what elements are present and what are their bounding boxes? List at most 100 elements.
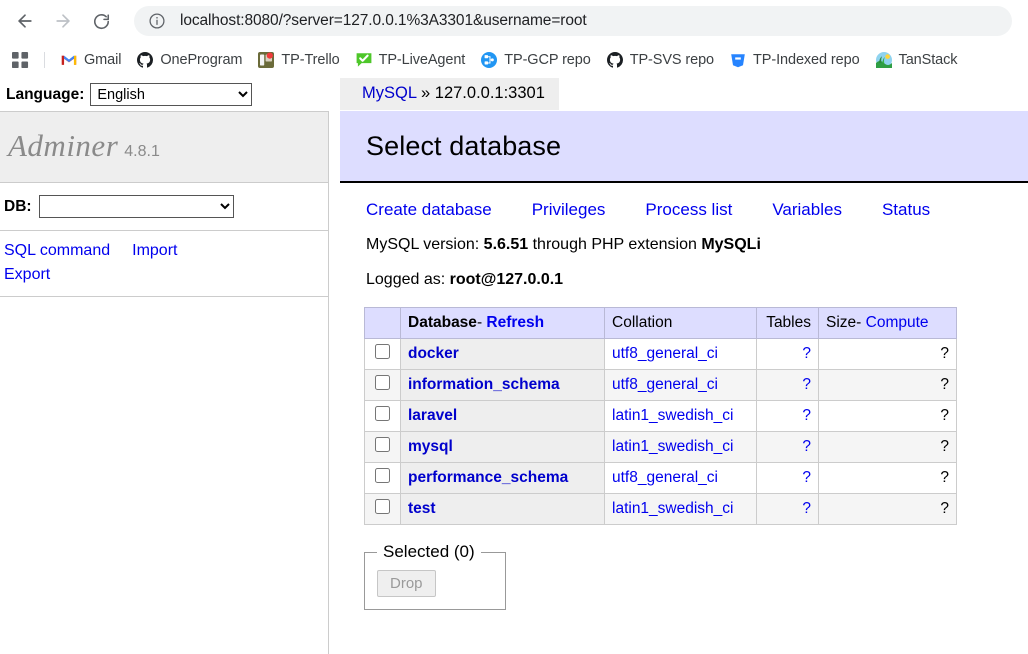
main-menu-links: Create database Privileges Process list Var… — [340, 183, 1028, 226]
gcp-icon — [481, 52, 498, 68]
link-process-list[interactable]: Process list — [645, 200, 732, 219]
table-row: information_schema utf8_general_ci ? ? — [364, 369, 957, 401]
link-variables[interactable]: Variables — [772, 200, 842, 219]
breadcrumb-host: 127.0.0.1:3301 — [434, 84, 545, 102]
collation-link[interactable]: latin1_swedish_ci — [612, 407, 734, 424]
liveagent-icon — [356, 52, 372, 68]
reload-icon — [93, 13, 109, 29]
bookmarks-bar: Gmail OneProgram TP-Trello TP-LiveAgent … — [0, 42, 1028, 78]
row-checkbox-cell[interactable] — [364, 462, 401, 494]
language-select[interactable]: English — [90, 83, 253, 106]
mysql-version-line: MySQL version: 5.6.51 through PHP extens… — [340, 226, 1028, 254]
bookmark-label: Gmail — [84, 52, 122, 68]
row-checkbox-cell[interactable] — [364, 338, 401, 370]
db-selector-group: DB: — [0, 183, 328, 231]
row-tables-cell: ? — [756, 338, 819, 370]
database-link[interactable]: performance_schema — [408, 469, 568, 486]
address-bar-url: localhost:8080/?server=127.0.0.1%3A3301&… — [180, 12, 587, 29]
bookmark-gmail[interactable]: Gmail — [53, 49, 129, 71]
breadcrumb-server-link[interactable]: MySQL — [362, 84, 416, 102]
refresh-link[interactable]: Refresh — [486, 314, 544, 331]
sidebar-link-sql-command[interactable]: SQL command — [4, 242, 110, 259]
row-checkbox-cell[interactable] — [364, 400, 401, 432]
tables-count-link[interactable]: ? — [802, 345, 811, 362]
tables-count-link[interactable]: ? — [802, 376, 811, 393]
breadcrumb-separator: » — [421, 84, 431, 102]
reload-button[interactable] — [84, 4, 118, 38]
sidebar-links: SQL command Import Export — [0, 231, 328, 298]
db-select[interactable] — [38, 195, 234, 218]
adminer-page: Language: English MySQL » 127.0.0.1:3301… — [0, 78, 1028, 654]
bookmark-tp-svs-repo[interactable]: TP-SVS repo — [599, 49, 722, 71]
version-prefix: MySQL version: — [366, 236, 480, 253]
row-database-cell: test — [400, 493, 605, 525]
extension-value: MySQLi — [701, 236, 761, 253]
database-link[interactable]: test — [408, 500, 436, 517]
row-checkbox[interactable] — [375, 344, 390, 359]
header-database-label: Database — [408, 314, 477, 331]
row-collation-cell: latin1_swedish_ci — [604, 493, 757, 525]
row-checkbox-cell[interactable] — [364, 493, 401, 525]
bookmark-oneprogram[interactable]: OneProgram — [129, 49, 250, 71]
tanstack-icon — [875, 52, 892, 68]
arrow-left-icon — [18, 14, 32, 28]
apps-grid-icon[interactable] — [6, 48, 34, 72]
bookmark-tanstack[interactable]: TanStack — [868, 49, 966, 71]
selected-fieldset: Selected (0) Drop — [364, 542, 506, 610]
row-collation-cell: utf8_general_ci — [604, 462, 757, 494]
bookmark-tp-trello[interactable]: TP-Trello — [250, 49, 347, 71]
drop-button[interactable]: Drop — [377, 570, 436, 597]
address-bar[interactable]: localhost:8080/?server=127.0.0.1%3A3301&… — [134, 6, 1012, 36]
row-checkbox[interactable] — [375, 375, 390, 390]
collation-link[interactable]: utf8_general_ci — [612, 376, 718, 393]
header-collation: Collation — [604, 307, 757, 339]
database-link[interactable]: docker — [408, 345, 459, 362]
header-tables: Tables — [756, 307, 819, 339]
tables-count-link[interactable]: ? — [802, 407, 811, 424]
bookmark-tp-indexed-repo[interactable]: TP-Indexed repo — [722, 49, 868, 71]
database-link[interactable]: mysql — [408, 438, 453, 455]
row-checkbox[interactable] — [375, 437, 390, 452]
databases-table-head: Database- Refresh Collation Tables Size-… — [364, 307, 957, 339]
bookmark-label: TP-Trello — [281, 52, 340, 68]
forward-button[interactable] — [46, 4, 80, 38]
link-privileges[interactable]: Privileges — [532, 200, 606, 219]
back-button[interactable] — [8, 4, 42, 38]
compute-link[interactable]: Compute — [866, 314, 929, 331]
bookmark-label: TP-GCP repo — [504, 52, 591, 68]
database-link[interactable]: laravel — [408, 407, 457, 424]
link-create-database[interactable]: Create database — [366, 200, 492, 219]
bookmark-tp-liveagent[interactable]: TP-LiveAgent — [348, 49, 474, 71]
collation-link[interactable]: latin1_swedish_ci — [612, 500, 734, 517]
adminer-logo-band: Adminer 4.8.1 — [0, 111, 328, 183]
row-collation-cell: utf8_general_ci — [604, 369, 757, 401]
header-database: Database- Refresh — [400, 307, 605, 339]
collation-link[interactable]: latin1_swedish_ci — [612, 438, 734, 455]
row-checkbox[interactable] — [375, 406, 390, 421]
main-content: Select database Create database Privilege… — [340, 111, 1028, 654]
row-checkbox[interactable] — [375, 499, 390, 514]
row-tables-cell: ? — [756, 400, 819, 432]
tables-count-link[interactable]: ? — [802, 469, 811, 486]
bookmark-tp-gcp-repo[interactable]: TP-GCP repo — [473, 49, 598, 71]
row-collation-cell: latin1_swedish_ci — [604, 400, 757, 432]
tables-count-link[interactable]: ? — [802, 500, 811, 517]
row-checkbox-cell[interactable] — [364, 431, 401, 463]
sidebar-link-export[interactable]: Export — [4, 266, 50, 283]
database-link[interactable]: information_schema — [408, 376, 560, 393]
sidebar-link-import[interactable]: Import — [132, 242, 177, 259]
trello-icon — [258, 52, 275, 68]
bookmark-label: TP-Indexed repo — [753, 52, 860, 68]
row-checkbox[interactable] — [375, 468, 390, 483]
tables-count-link[interactable]: ? — [802, 438, 811, 455]
collation-link[interactable]: utf8_general_ci — [612, 469, 718, 486]
row-tables-cell: ? — [756, 462, 819, 494]
header-select-all — [364, 307, 401, 339]
row-size-cell: ? — [818, 493, 957, 525]
row-checkbox-cell[interactable] — [364, 369, 401, 401]
row-database-cell: performance_schema — [400, 462, 605, 494]
link-status[interactable]: Status — [882, 200, 930, 219]
github-icon — [606, 52, 623, 68]
info-circle-icon[interactable] — [148, 12, 166, 30]
collation-link[interactable]: utf8_general_ci — [612, 345, 718, 362]
